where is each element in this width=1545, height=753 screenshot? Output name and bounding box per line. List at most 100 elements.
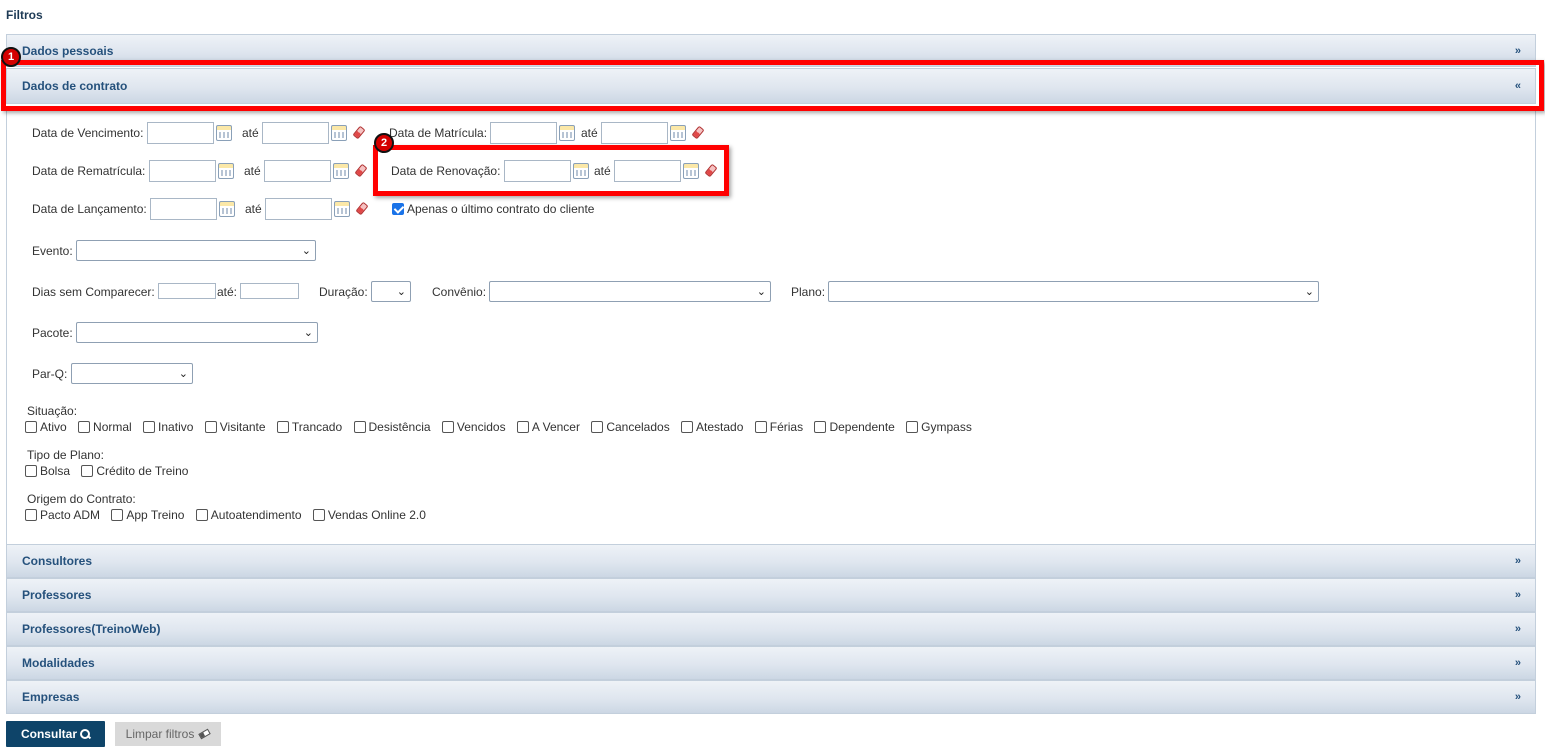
annotation-badge-2: 2 <box>374 133 394 153</box>
highlight-box-1 <box>1 60 1544 111</box>
option-label: A Vencer <box>531 420 580 434</box>
pacote-select[interactable]: ⌄ <box>76 322 318 343</box>
label-pacote: Pacote: <box>32 326 73 340</box>
calendar-icon[interactable] <box>333 163 349 179</box>
checkbox[interactable] <box>754 421 767 433</box>
lancamento-end-input[interactable] <box>265 198 332 220</box>
calendar-icon[interactable] <box>331 125 347 141</box>
checkbox[interactable] <box>204 421 217 433</box>
eraser-icon[interactable] <box>355 201 369 216</box>
rematricula-start-input[interactable] <box>149 160 216 182</box>
checkbox[interactable] <box>591 421 604 433</box>
limpar-label: Limpar filtros <box>125 727 195 741</box>
checkbox[interactable] <box>906 421 919 433</box>
situacao-gympass[interactable]: Gympass <box>906 420 972 434</box>
situacao-ativo[interactable]: Ativo <box>25 420 67 434</box>
origem-app-treino[interactable]: App Treino <box>111 508 184 522</box>
situacao-atestado[interactable]: Atestado <box>681 420 743 434</box>
origem-autoatendimento[interactable]: Autoatendimento <box>195 508 302 522</box>
label-plano: Plano: <box>791 285 826 299</box>
calendar-icon[interactable] <box>216 125 232 141</box>
label-ate: até <box>244 164 261 178</box>
situacao-vencidos[interactable]: Vencidos <box>441 420 506 434</box>
situacao-desistencia[interactable]: Desistência <box>353 420 431 434</box>
checkbox[interactable] <box>441 421 454 433</box>
situacao-a-vencer[interactable]: A Vencer <box>516 420 580 434</box>
origem-pacto-adm[interactable]: Pacto ADM <box>25 508 100 522</box>
origem-vendas-online[interactable]: Vendas Online 2.0 <box>312 508 426 522</box>
option-label: Autoatendimento <box>210 508 302 522</box>
checkbox[interactable] <box>516 421 529 433</box>
consultar-button[interactable]: Consultar <box>6 721 105 747</box>
checkbox[interactable] <box>276 421 289 433</box>
eraser-icon[interactable] <box>354 163 368 178</box>
situacao-ferias[interactable]: Férias <box>754 420 804 434</box>
checkbox[interactable] <box>25 465 37 477</box>
expand-icon: » <box>1514 589 1521 601</box>
evento-select[interactable]: ⌄ <box>76 240 316 261</box>
ultimo-contrato-checkbox[interactable] <box>392 203 404 215</box>
parq-select[interactable]: ⌄ <box>71 363 193 384</box>
option-label: Vendas Online 2.0 <box>327 508 426 522</box>
rematricula-end-input[interactable] <box>264 160 331 182</box>
matricula-start-input[interactable] <box>490 122 557 144</box>
ultimo-contrato-option[interactable]: Apenas o último contrato do cliente <box>392 202 594 216</box>
section-consultores[interactable]: Consultores » <box>6 544 1536 578</box>
calendar-icon[interactable] <box>670 125 686 141</box>
eraser-icon[interactable] <box>352 125 366 140</box>
dias-end-input[interactable] <box>240 283 299 299</box>
duracao-select[interactable]: ⌄ <box>371 281 411 302</box>
checkbox[interactable] <box>353 421 366 433</box>
checkbox[interactable] <box>814 421 827 433</box>
plano-select[interactable]: ⌄ <box>828 281 1319 302</box>
vencimento-start-input[interactable] <box>147 122 214 144</box>
situacao-trancado[interactable]: Trancado <box>276 420 342 434</box>
checkbox[interactable] <box>195 509 208 521</box>
checkbox[interactable] <box>143 421 156 433</box>
section-professores-treinoweb[interactable]: Professores(TreinoWeb) » <box>6 612 1536 646</box>
contract-filters-panel: Data de Vencimento: até Data de Matrícul… <box>6 111 1536 545</box>
option-label: Atestado <box>696 420 744 434</box>
situacao-cancelados[interactable]: Cancelados <box>591 420 670 434</box>
section-title: Empresas <box>22 690 80 704</box>
matricula-end-input[interactable] <box>601 122 668 144</box>
checkbox[interactable] <box>25 509 37 521</box>
checkbox[interactable] <box>312 509 325 521</box>
tipo-plano-bolsa[interactable]: Bolsa <box>25 464 70 478</box>
situacao-normal[interactable]: Normal <box>78 420 132 434</box>
checkbox[interactable] <box>111 509 124 521</box>
calendar-icon[interactable] <box>334 201 350 217</box>
highlight-box-2 <box>373 145 729 196</box>
convenio-select[interactable]: ⌄ <box>489 281 771 302</box>
calendar-icon[interactable] <box>219 201 235 217</box>
calendar-icon[interactable] <box>559 125 575 141</box>
dias-start-input[interactable] <box>158 283 216 299</box>
calendar-icon[interactable] <box>218 163 234 179</box>
situacao-dependente[interactable]: Dependente <box>814 420 895 434</box>
option-label: App Treino <box>126 508 185 522</box>
checkbox[interactable] <box>25 421 37 433</box>
limpar-filtros-button[interactable]: Limpar filtros <box>115 722 221 746</box>
checkbox[interactable] <box>81 465 94 477</box>
lancamento-start-input[interactable] <box>150 198 217 220</box>
section-professores[interactable]: Professores » <box>6 578 1536 612</box>
option-label: Férias <box>769 420 804 434</box>
section-title: Dados pessoais <box>22 43 114 58</box>
situacao-inativo[interactable]: Inativo <box>143 420 193 434</box>
chevron-down-icon: ⌄ <box>756 286 766 298</box>
chevron-down-icon: ⌄ <box>178 368 188 380</box>
checkbox[interactable] <box>78 421 91 433</box>
section-modalidades[interactable]: Modalidades » <box>6 646 1536 680</box>
option-label: Dependente <box>829 420 895 434</box>
eraser-icon[interactable] <box>691 125 705 140</box>
section-empresas[interactable]: Empresas » <box>6 680 1536 714</box>
eraser-icon <box>198 728 212 740</box>
vencimento-end-input[interactable] <box>262 122 329 144</box>
label-origem: Origem do Contrato: <box>27 492 136 506</box>
checkbox[interactable] <box>681 421 694 433</box>
chevron-down-icon: ⌄ <box>301 245 311 257</box>
label-rematricula: Data de Rematrícula: <box>32 164 146 178</box>
situacao-options: Ativo Normal Inativo Visitante Trancado … <box>25 420 980 434</box>
situacao-visitante[interactable]: Visitante <box>204 420 266 434</box>
tipo-plano-credito[interactable]: Crédito de Treino <box>81 464 188 478</box>
